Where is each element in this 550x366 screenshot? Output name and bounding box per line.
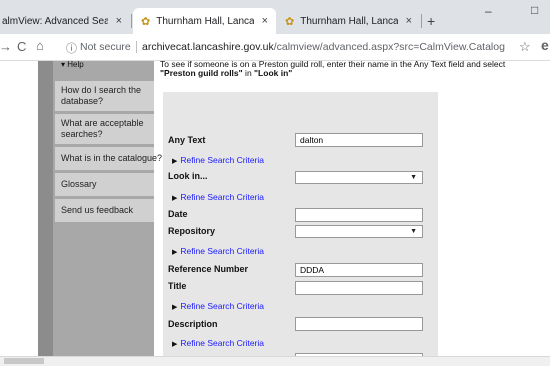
minimize-button[interactable]: –	[485, 4, 492, 18]
tab-thurnham-hall-1[interactable]: ✿ Thurnham Hall, Lancashire, Engl ×	[133, 8, 276, 34]
reload-icon[interactable]: C	[17, 39, 26, 54]
repository-label: Repository	[168, 226, 216, 236]
scrollbar-thumb[interactable]	[4, 358, 44, 364]
search-instructions: To see if someone is on a Preston guild …	[160, 61, 550, 78]
any-text-label: Any Text	[168, 135, 206, 145]
refine-label: Refine Search Criteria	[180, 301, 265, 311]
instructions-line-2: "Preston guild rolls" in "Look in"	[160, 69, 550, 78]
look-in-select[interactable]: ▼	[295, 171, 423, 184]
bookmark-star-icon[interactable]: ☆	[519, 39, 531, 55]
url-host: archivecat.lancashire.gov.uk	[142, 41, 274, 53]
refine-repository-link[interactable]: ▶ Refine Search Criteria	[172, 246, 264, 256]
sidebar-item-catalogue-contents[interactable]: What is in the catalogue?	[55, 147, 162, 170]
sidebar-item-glossary[interactable]: Glossary	[55, 173, 154, 196]
date-input[interactable]	[295, 208, 423, 222]
refine-look-in-link[interactable]: ▶ Refine Search Criteria	[172, 192, 264, 202]
tab-separator	[421, 14, 422, 28]
info-icon[interactable]: ⓘ	[66, 40, 77, 56]
refine-label: Refine Search Criteria	[180, 192, 265, 202]
title-input[interactable]	[295, 281, 423, 295]
profile-icon[interactable]: e	[541, 37, 549, 53]
sidebar-item-how-to-search[interactable]: How do I search the database?	[55, 81, 154, 111]
new-tab-button[interactable]: +	[427, 13, 435, 29]
maximize-button[interactable]: □	[531, 3, 538, 17]
refine-any-text-link[interactable]: ▶ Refine Search Criteria	[172, 155, 264, 165]
look-in-text: "Look in"	[254, 68, 293, 78]
triangle-right-icon: ▶	[172, 304, 178, 311]
refine-label: Refine Search Criteria	[180, 246, 265, 256]
close-icon[interactable]: ×	[254, 15, 276, 27]
site-favicon-icon: ✿	[141, 15, 151, 28]
close-icon[interactable]: ×	[108, 15, 130, 27]
refine-description-link[interactable]: ▶ Refine Search Criteria	[172, 338, 264, 348]
home-icon[interactable]: ⌂	[36, 38, 44, 53]
reference-number-label: Reference Number	[168, 264, 249, 274]
sidebar-item-feedback[interactable]: Send us feedback	[55, 199, 154, 222]
close-icon[interactable]: ×	[398, 15, 420, 27]
refine-label: Refine Search Criteria	[180, 155, 265, 165]
tab-label: Thurnham Hall, Lancashire, Engl	[300, 15, 398, 27]
site-favicon-icon: ✿	[285, 15, 295, 28]
triangle-right-icon: ▶	[172, 341, 178, 348]
sidebar-item-acceptable-searches[interactable]: What are acceptable searches?	[55, 114, 154, 144]
repository-select[interactable]: ▼	[295, 225, 423, 238]
date-label: Date	[168, 209, 188, 219]
security-status: Not secure	[80, 41, 131, 53]
preston-guild-rolls-text: "Preston guild rolls"	[160, 68, 243, 78]
url-path: /calmview/advanced.aspx?src=CalmView.Cat…	[273, 41, 505, 53]
triangle-right-icon: ▶	[172, 195, 178, 202]
address-bar[interactable]: ⓘ Not secure archivecat.lancashire.gov.u…	[60, 37, 520, 57]
tab-label: almView: Advanced Search	[2, 15, 108, 27]
triangle-right-icon: ▶	[172, 158, 178, 165]
look-in-label: Look in...	[168, 171, 208, 181]
triangle-right-icon: ▶	[172, 249, 178, 256]
any-text-input[interactable]	[295, 133, 423, 147]
refine-title-link[interactable]: ▶ Refine Search Criteria	[172, 301, 264, 311]
tab-separator	[131, 14, 132, 28]
help-heading[interactable]: ▾ Help	[55, 61, 154, 69]
left-margin-bar	[38, 61, 53, 365]
tab-label: Thurnham Hall, Lancashire, Engl	[156, 15, 254, 27]
address-divider	[136, 41, 137, 53]
chevron-down-icon: ▼	[410, 174, 417, 181]
tab-advanced-search[interactable]: almView: Advanced Search ×	[0, 8, 130, 34]
url-text: archivecat.lancashire.gov.uk/calmview/ad…	[142, 41, 505, 53]
instructions-connector: in	[242, 68, 255, 78]
tab-thurnham-hall-2[interactable]: ✿ Thurnham Hall, Lancashire, Engl ×	[277, 8, 420, 34]
chevron-down-icon: ▼	[410, 228, 417, 235]
forward-arrow-icon[interactable]: →	[0, 39, 12, 54]
description-input[interactable]	[295, 317, 423, 331]
description-label: Description	[168, 319, 218, 329]
title-label: Title	[168, 281, 187, 291]
refine-label: Refine Search Criteria	[180, 338, 265, 348]
reference-number-input[interactable]	[295, 263, 423, 277]
